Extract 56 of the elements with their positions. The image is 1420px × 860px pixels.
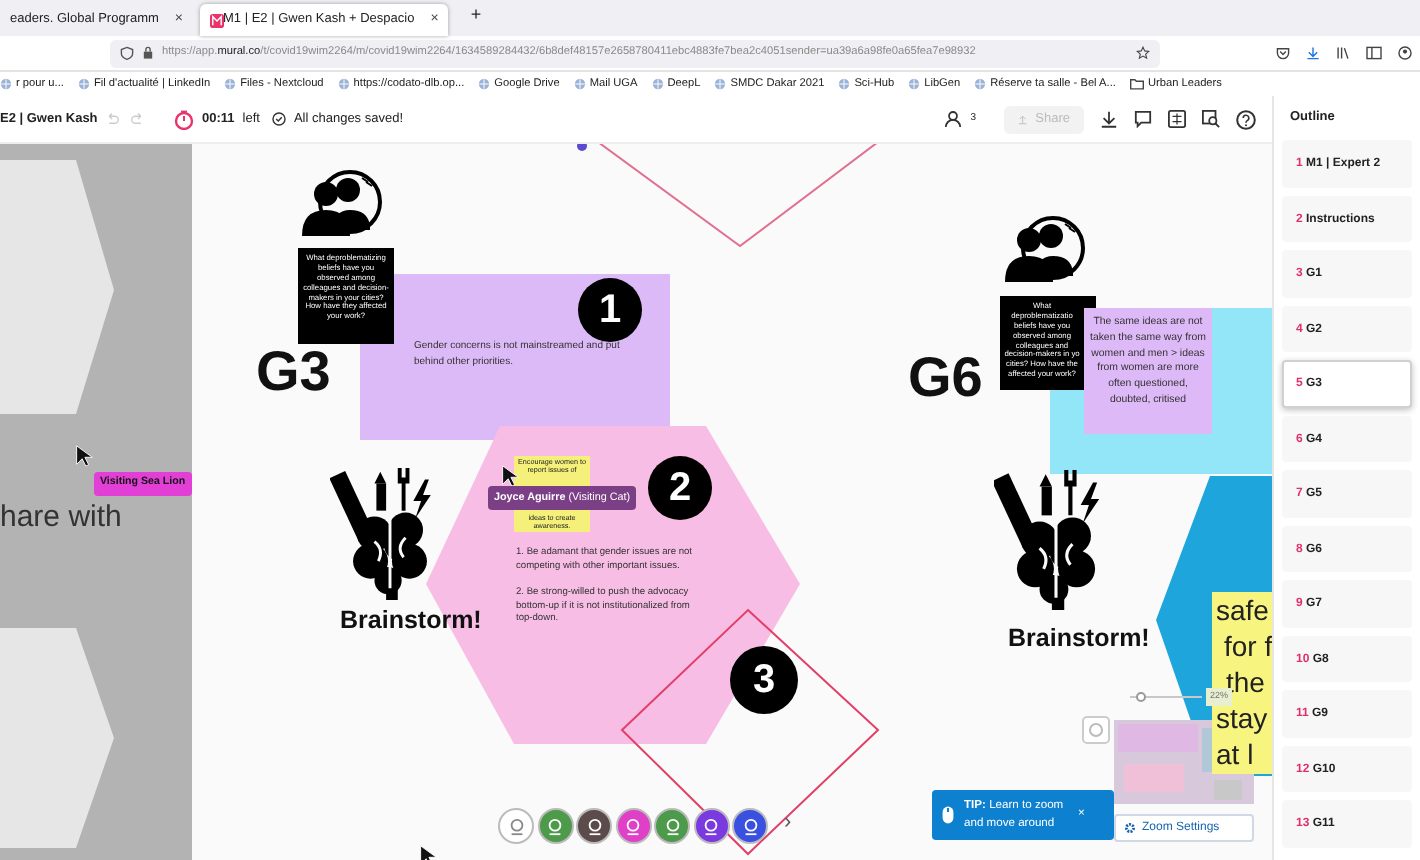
avatar[interactable] (576, 808, 612, 844)
globe-icon (651, 77, 664, 90)
upload-icon (1018, 113, 1028, 125)
zoom-slider[interactable] (1130, 692, 1202, 702)
lock-icon (142, 46, 154, 60)
globe-icon (908, 77, 921, 90)
sticky-note-text: stay (1216, 704, 1268, 732)
avatar[interactable] (537, 808, 573, 844)
sticky-note-text: safe (1216, 596, 1269, 624)
library-icon[interactable] (1336, 46, 1350, 60)
next-arrow[interactable]: › (784, 806, 792, 839)
people-icon (1000, 210, 1090, 286)
timer-icon[interactable] (174, 109, 194, 129)
check-circle-icon (271, 112, 286, 126)
brainstorm-label: Brainstorm! (1008, 622, 1150, 656)
globe-icon (0, 77, 12, 90)
grid-icon[interactable] (1168, 110, 1186, 128)
account-icon[interactable] (1398, 46, 1412, 60)
sticky-note-text: for f (1224, 632, 1272, 660)
comment-icon[interactable] (1134, 110, 1152, 128)
user-icon[interactable] (944, 110, 963, 128)
folder-icon (1129, 77, 1144, 90)
shield-icon (120, 46, 134, 60)
globe-icon (337, 77, 350, 90)
sidebar-icon[interactable] (1366, 46, 1382, 60)
cursor-icon (74, 444, 94, 468)
people-icon (300, 164, 384, 240)
cursor-icon (500, 464, 520, 488)
board-title: G6 (908, 350, 983, 406)
mouse-icon (942, 806, 954, 824)
globe-icon (838, 77, 851, 90)
slider-thumb[interactable] (1135, 692, 1146, 702)
globe-icon (224, 77, 237, 90)
star-icon[interactable] (1136, 46, 1150, 60)
gear-icon (1124, 822, 1136, 834)
search-icon[interactable] (1202, 110, 1220, 128)
avatar[interactable] (693, 808, 729, 844)
avatar[interactable] (615, 808, 651, 844)
sticky-note-text: at l (1216, 740, 1254, 768)
avatar[interactable] (654, 808, 690, 844)
pocket-icon[interactable] (1276, 46, 1290, 60)
board-title: G3 (256, 344, 331, 400)
globe-icon (478, 77, 491, 90)
avatar[interactable] (732, 808, 768, 844)
globe-icon (573, 77, 586, 90)
brainstorm-label: Brainstorm! (340, 604, 482, 638)
new-tab-button[interactable]: + (470, 1, 482, 28)
number-marker: 3 (730, 646, 798, 714)
globe-icon (714, 77, 727, 90)
download-icon[interactable] (1100, 110, 1118, 128)
globe-icon (77, 77, 90, 90)
avatar[interactable] (498, 808, 534, 844)
canvas-text: hare with (0, 498, 122, 538)
globe-icon (974, 77, 987, 90)
help-icon[interactable] (1236, 109, 1256, 129)
site-icon (209, 13, 224, 27)
